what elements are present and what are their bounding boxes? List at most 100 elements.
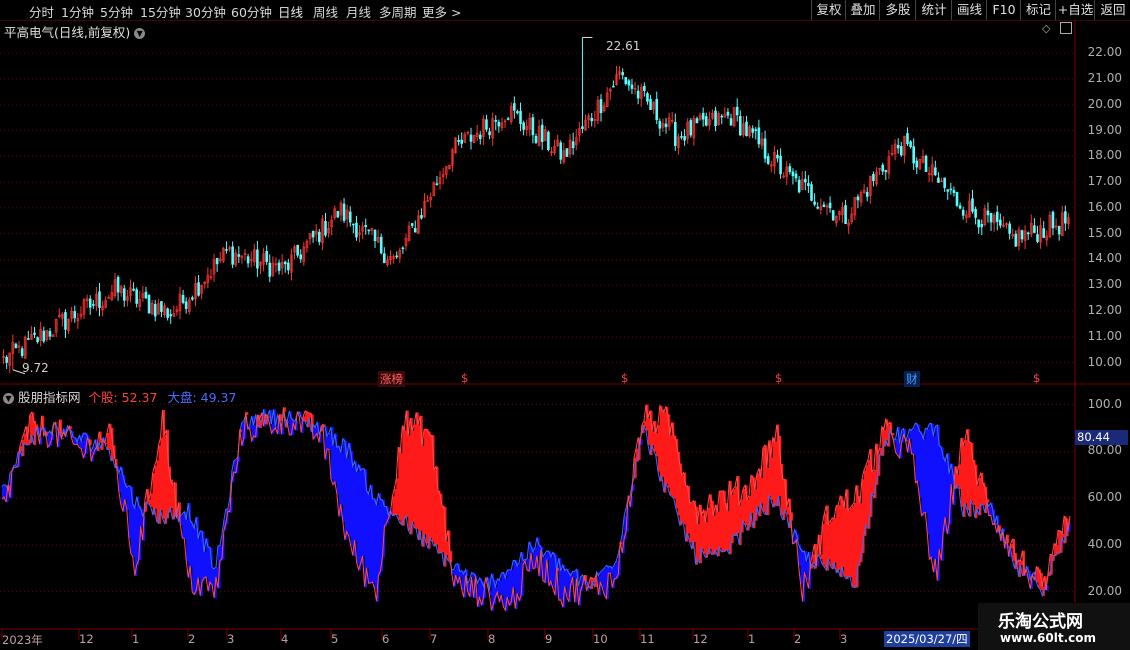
candle-body [726,111,730,116]
candle-body [884,170,888,172]
candle-body [5,356,8,363]
candle-body [813,201,816,205]
candle-body [1033,225,1036,233]
candle-body [794,173,798,179]
current-value-badge: 80.44 [1075,430,1128,445]
candle-body [986,210,990,216]
candle-body [630,84,634,89]
candle-body [547,131,550,151]
candle-body [636,90,640,99]
candle-body [999,219,1002,226]
candle-body [1051,211,1055,229]
high-price-label: 22.61 [606,39,641,53]
candle-body [352,223,355,226]
candle-body [946,189,950,192]
candle-body [701,112,705,120]
event-marker[interactable]: $ [775,371,782,385]
candle-body [116,276,120,293]
candle-body [364,225,368,228]
candle-body [590,117,594,122]
candle-body [469,134,473,142]
date-tick: 12 [693,632,708,646]
date-tick: 3 [227,632,235,646]
candle-body [559,142,563,160]
indicator-tick: 100.0 [1087,396,1122,411]
candle-body [355,222,358,238]
candle-body [237,254,241,257]
candle-body [132,288,135,291]
candle-body [810,184,813,201]
candle-body [14,343,18,349]
chevron-down-icon[interactable]: ▼ [3,393,14,404]
candle-body [122,288,126,301]
candle-body [683,136,686,141]
candle-body [27,338,30,340]
event-marker[interactable]: 涨榜 [378,371,405,387]
candle-body [822,204,826,208]
price-tick: 18.00 [1087,148,1122,163]
candle-body [225,249,228,251]
candle-body [410,223,414,226]
candle-body [181,294,185,303]
date-tick: 8 [488,632,496,646]
candle-body [153,303,157,317]
date-tick: 10 [593,632,608,646]
candle-body [977,219,980,228]
candle-body [88,298,92,308]
candle-body [342,203,346,221]
candle-body [989,213,993,223]
candle-body [776,154,779,159]
candle-body [804,178,807,183]
candle-body [689,120,693,136]
candle-body [949,188,953,191]
candle-body [751,128,754,133]
candle-body [231,246,234,265]
price-tick: 10.00 [1087,354,1122,369]
date-tick: 2023年 [2,633,43,647]
candle-body [680,136,683,138]
candle-body [33,332,36,335]
indicator-tick: 20.00 [1087,583,1122,598]
candle-body [1036,234,1039,242]
candle-body [995,211,999,222]
candle-body [704,116,708,126]
candle-body [318,231,321,243]
candle-body [844,205,847,225]
candle-body [324,220,327,236]
price-tick: 13.00 [1087,277,1122,292]
candle-body [1064,211,1067,224]
candle-body [735,106,739,116]
price-tick: 19.00 [1087,122,1122,137]
market-value: 大盘: 49.37 [167,390,237,405]
price-tick: 11.00 [1087,328,1122,343]
candle-body [912,146,915,164]
indicator-header: ▼ 股朋指标网 个股: 52.37 大盘: 49.37 [3,387,236,406]
candle-body [494,119,498,122]
candle-body [872,173,875,182]
candle-body [488,131,491,136]
price-tick: 22.00 [1087,45,1122,60]
candle-body [745,121,748,137]
candle-body [379,236,383,254]
candle-body [955,191,959,206]
event-marker[interactable]: $ [461,371,468,385]
price-tick: 16.00 [1087,199,1122,214]
candle-body [64,312,67,330]
event-marker[interactable]: $ [621,371,628,385]
watermark: 乐淘公式网 www.60lt.com [978,603,1130,650]
candle-body [478,134,482,140]
date-tick: 12 [79,632,94,646]
candle-body [1014,233,1018,247]
candle-body [268,262,272,277]
candle-body [540,124,544,142]
candle-body [791,171,795,177]
candle-body [460,139,464,144]
indicator-tick: 60.00 [1087,490,1122,505]
candle-body [485,119,488,130]
price-chart[interactable] [0,0,1130,650]
candle-body [413,228,417,233]
event-marker[interactable]: $ [1033,371,1040,385]
candle-body [506,118,510,120]
event-marker[interactable]: 财 [904,371,920,387]
candle-body [714,110,717,126]
